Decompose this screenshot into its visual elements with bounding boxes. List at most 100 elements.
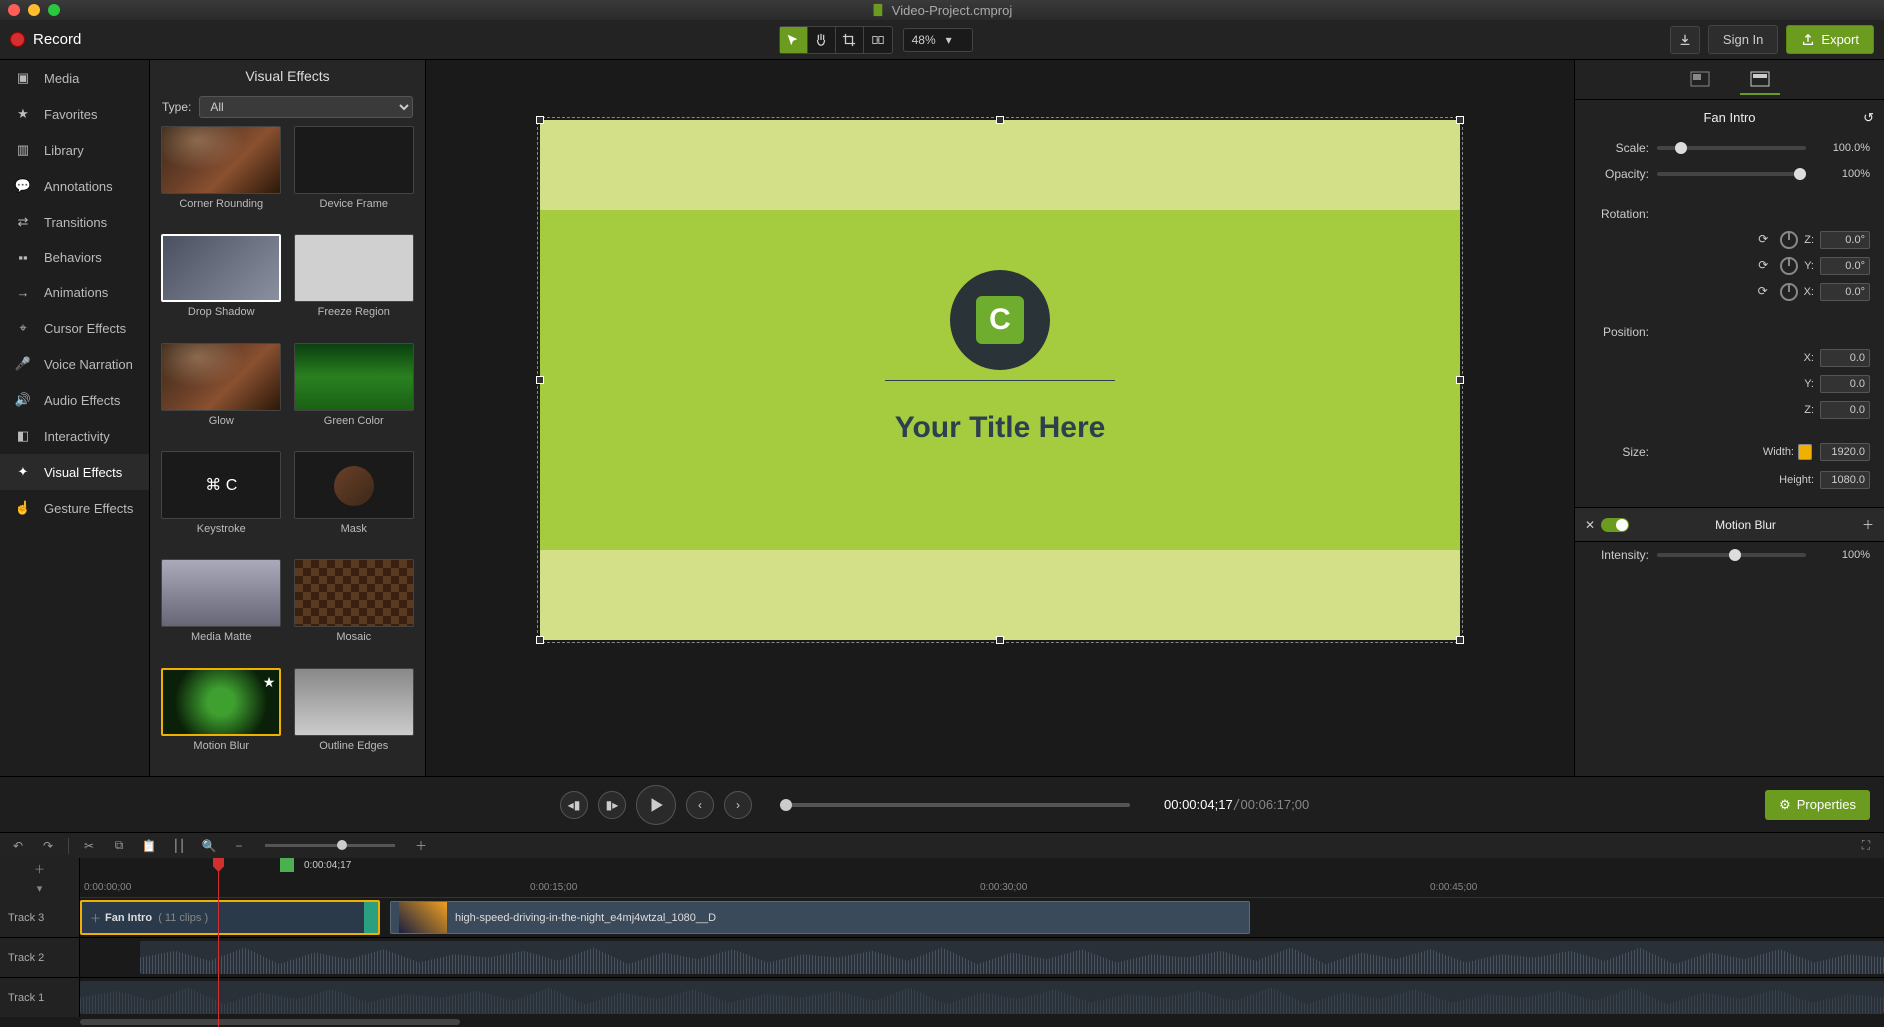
effect-glow[interactable]: Glow: [160, 343, 283, 441]
position-z-input[interactable]: [1820, 401, 1870, 419]
minimize-window-icon[interactable]: [28, 4, 40, 16]
resize-handle[interactable]: [536, 376, 544, 384]
effect-green-color[interactable]: Green Color: [293, 343, 416, 441]
redo-button[interactable]: ↷: [38, 836, 58, 856]
export-button[interactable]: Export: [1786, 25, 1874, 54]
undo-button[interactable]: ↶: [8, 836, 28, 856]
clip-audio-1[interactable]: [80, 981, 1884, 1014]
position-x-input[interactable]: [1820, 349, 1870, 367]
effect-freeze-region[interactable]: Freeze Region: [293, 234, 416, 332]
rotate-z-icon[interactable]: ⟳: [1758, 232, 1774, 248]
scrub-bar[interactable]: [780, 803, 1130, 807]
reset-button[interactable]: ↺: [1863, 110, 1874, 126]
scale-slider[interactable]: [1657, 146, 1806, 150]
rotation-x-dial[interactable]: [1780, 283, 1798, 301]
download-button[interactable]: [1670, 26, 1700, 54]
add-effect-button[interactable]: ＋: [1862, 516, 1874, 533]
sidebar-item-favorites[interactable]: ★Favorites: [0, 96, 149, 132]
add-track-button[interactable]: ＋: [34, 861, 45, 877]
effect-mask[interactable]: Mask: [293, 451, 416, 549]
effect-toggle[interactable]: [1601, 518, 1629, 532]
timeline-zoom-slider[interactable]: [265, 844, 395, 847]
track-label-3[interactable]: Track 3: [0, 898, 80, 937]
clip-audio-2[interactable]: [140, 941, 1884, 974]
resize-handle[interactable]: [1456, 636, 1464, 644]
properties-button[interactable]: ⚙ Properties: [1765, 790, 1870, 820]
resize-handle[interactable]: [996, 116, 1004, 124]
resize-handle[interactable]: [1456, 116, 1464, 124]
sidebar-item-media[interactable]: ▣Media: [0, 60, 149, 96]
rotation-y-dial[interactable]: [1780, 257, 1798, 275]
effect-outline-edges[interactable]: Outline Edges: [293, 668, 416, 766]
intensity-slider[interactable]: [1657, 553, 1806, 557]
sidebar-item-visual-effects[interactable]: ✦Visual Effects: [0, 454, 149, 490]
type-filter-select[interactable]: All: [199, 96, 413, 118]
record-button[interactable]: Record: [10, 31, 81, 48]
clip-fan-intro-group[interactable]: ＋ Fan Intro ( 11 clips ): [80, 900, 380, 935]
rotate-y-icon[interactable]: ⟳: [1758, 258, 1774, 274]
paste-button[interactable]: 📋: [139, 836, 159, 856]
sidebar-item-library[interactable]: ▥Library: [0, 132, 149, 168]
next-frame-button[interactable]: ▮▸: [598, 791, 626, 819]
effect-media-matte[interactable]: Media Matte: [160, 559, 283, 657]
resize-handle[interactable]: [536, 116, 544, 124]
resize-handle[interactable]: [996, 636, 1004, 644]
zoom-window-icon[interactable]: [48, 4, 60, 16]
step-forward-button[interactable]: ›: [724, 791, 752, 819]
sidebar-item-transitions[interactable]: ⇄Transitions: [0, 204, 149, 240]
effect-corner-rounding[interactable]: Corner Rounding: [160, 126, 283, 224]
remove-effect-button[interactable]: ✕: [1585, 518, 1595, 532]
expand-timeline-button[interactable]: ⛶: [1856, 836, 1876, 856]
effect-mosaic[interactable]: Mosaic: [293, 559, 416, 657]
resize-handle[interactable]: [536, 636, 544, 644]
copy-button[interactable]: ⧉: [109, 836, 129, 856]
crop-tool[interactable]: [836, 27, 864, 53]
signin-button[interactable]: Sign In: [1708, 25, 1778, 54]
sidebar-item-interactivity[interactable]: ◧Interactivity: [0, 418, 149, 454]
properties-tab-2[interactable]: [1740, 65, 1780, 95]
height-input[interactable]: [1820, 471, 1870, 489]
prev-frame-button[interactable]: ◂▮: [560, 791, 588, 819]
effect-keystroke[interactable]: ⌘ CKeystroke: [160, 451, 283, 549]
sidebar-item-behaviors[interactable]: ▪▪Behaviors: [0, 240, 149, 275]
resize-handle[interactable]: [1456, 376, 1464, 384]
smart-crop-tool[interactable]: [864, 27, 892, 53]
lock-aspect-icon[interactable]: [1798, 444, 1812, 460]
select-tool[interactable]: [780, 27, 808, 53]
timeline-scrollbar[interactable]: [0, 1017, 1884, 1027]
canvas-zoom-select[interactable]: 48% ▾: [903, 28, 973, 52]
effect-drop-shadow[interactable]: Drop Shadow: [160, 234, 283, 332]
effect-device-frame[interactable]: Device Frame: [293, 126, 416, 224]
opacity-slider[interactable]: [1657, 172, 1806, 176]
rotation-z-dial[interactable]: [1780, 231, 1798, 249]
effect-motion-blur[interactable]: ★Motion Blur: [160, 668, 283, 766]
track-label-1[interactable]: Track 1: [0, 978, 80, 1017]
width-input[interactable]: [1820, 443, 1870, 461]
track-label-2[interactable]: Track 2: [0, 938, 80, 977]
zoom-in-button[interactable]: ＋: [411, 836, 431, 856]
position-y-input[interactable]: [1820, 375, 1870, 393]
rotation-z-input[interactable]: [1820, 231, 1870, 249]
timeline-ruler[interactable]: 0:00:04;17 0:00:00;00 0:00:15;00 0:00:30…: [80, 858, 1884, 898]
pan-tool[interactable]: [808, 27, 836, 53]
sidebar-item-gesture-effects[interactable]: ☝Gesture Effects: [0, 490, 149, 526]
play-button[interactable]: [636, 785, 676, 825]
sidebar-item-voice-narration[interactable]: 🎤Voice Narration: [0, 346, 149, 382]
rotate-x-icon[interactable]: ⟳: [1758, 284, 1774, 300]
sidebar-item-cursor-effects[interactable]: ⌖Cursor Effects: [0, 310, 149, 346]
properties-tab-1[interactable]: [1680, 65, 1720, 95]
playhead[interactable]: [218, 858, 219, 1027]
step-back-button[interactable]: ‹: [686, 791, 714, 819]
rotation-y-input[interactable]: [1820, 257, 1870, 275]
zoom-out-button[interactable]: −: [229, 836, 249, 856]
rotation-x-input[interactable]: [1820, 283, 1870, 301]
cut-button[interactable]: ✂: [79, 836, 99, 856]
split-button[interactable]: ⎮⎮: [169, 836, 189, 856]
preview-canvas[interactable]: C Your Title Here: [540, 120, 1460, 640]
close-window-icon[interactable]: [8, 4, 20, 16]
track-options-button[interactable]: ▾: [37, 882, 43, 895]
clip-video[interactable]: high-speed-driving-in-the-night_e4mj4wtz…: [390, 901, 1250, 934]
sidebar-item-annotations[interactable]: 💬Annotations: [0, 168, 149, 204]
sidebar-item-audio-effects[interactable]: 🔊Audio Effects: [0, 382, 149, 418]
search-button[interactable]: 🔍: [199, 836, 219, 856]
